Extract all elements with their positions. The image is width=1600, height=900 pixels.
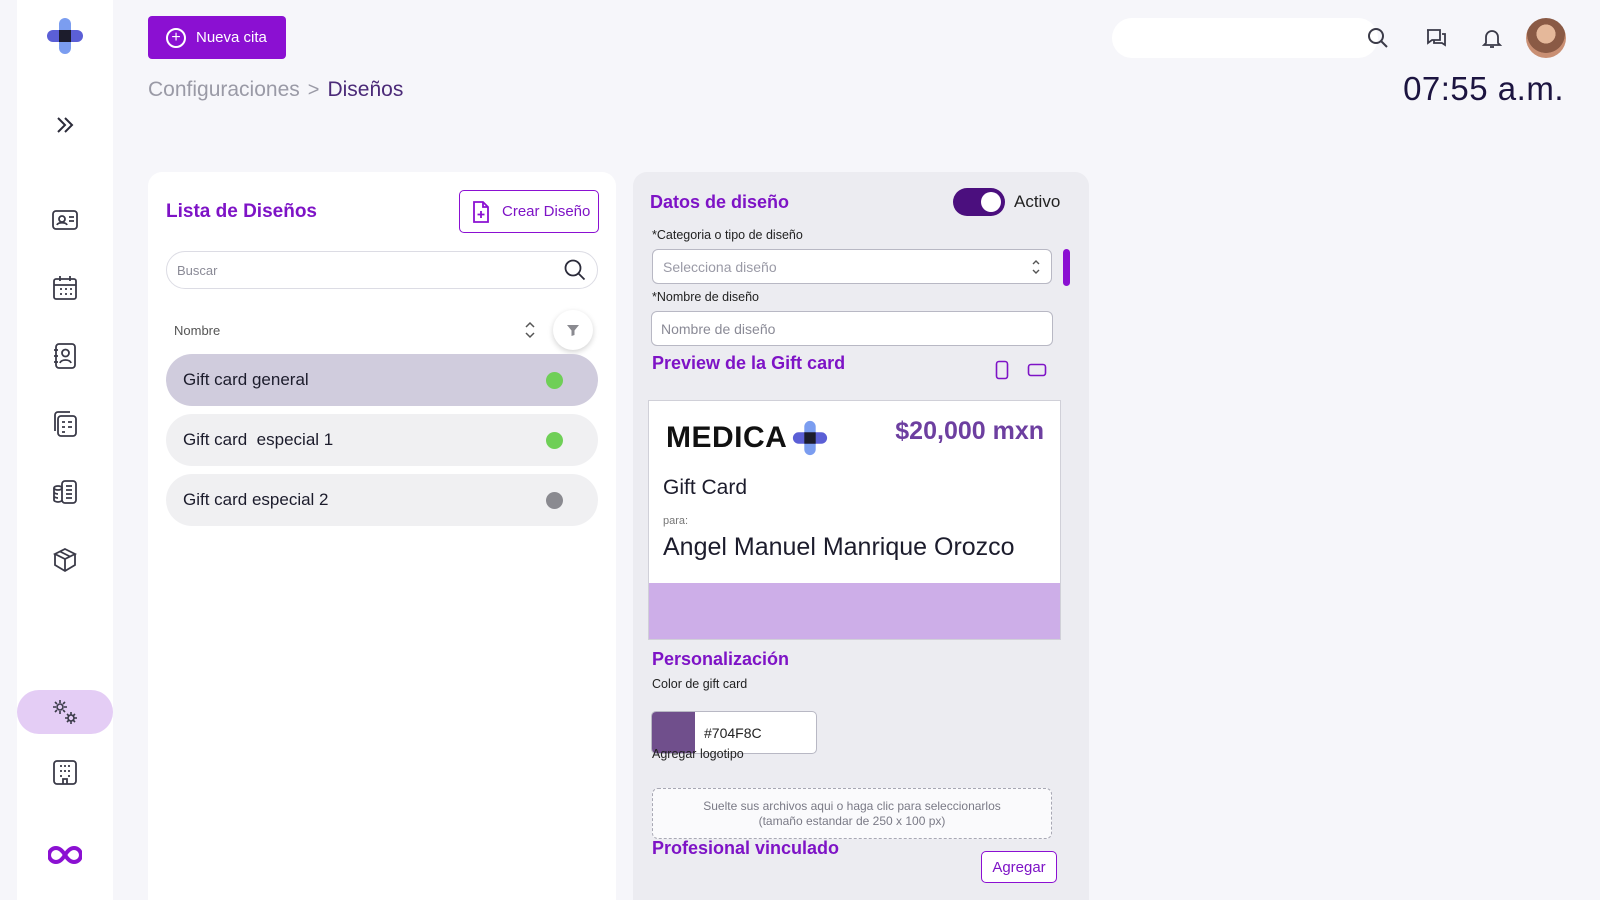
search-icon: [564, 259, 586, 281]
column-name-label: Nombre: [174, 322, 221, 338]
linked-professional-title: Profesional vinculado: [652, 838, 840, 858]
new-appointment-button[interactable]: + Nueva cita: [148, 16, 286, 59]
create-design-label: Crear Diseño: [502, 203, 591, 220]
clock: 07:55 a.m.: [1403, 70, 1564, 107]
gift-card-color-band: [649, 583, 1060, 639]
dropzone-line1: Suelte sus archivos aqui o haga clic par…: [703, 798, 1001, 813]
category-select[interactable]: Selecciona diseño: [652, 249, 1052, 284]
logo-cross-icon: [793, 420, 828, 456]
plus-circle-icon: +: [166, 27, 186, 48]
design-name-placeholder: Nombre de diseño: [661, 320, 776, 337]
design-data-panel: Datos de diseño Activo *Categoria o tipo…: [633, 172, 1089, 900]
box-icon[interactable]: [17, 538, 113, 582]
designs-search-placeholder: Buscar: [177, 262, 218, 278]
design-data-title: Datos de diseño: [650, 192, 790, 212]
designs-list-title: Lista de Diseños: [166, 201, 317, 222]
filter-icon: [567, 325, 579, 336]
active-toggle[interactable]: [953, 188, 1005, 216]
personalization-title: Personalización: [652, 649, 790, 669]
category-label: *Categoria o tipo de diseño: [652, 228, 803, 242]
cash-icon[interactable]: [17, 470, 113, 514]
gift-card-for-label: para:: [663, 515, 689, 527]
mobile-preview-icon[interactable]: [995, 360, 1009, 380]
new-appointment-label: Nueva cita: [196, 29, 267, 46]
logo-label: Agregar logotipo: [652, 747, 744, 761]
list-item[interactable]: Gift card especial 2: [166, 474, 598, 526]
breadcrumb-parent[interactable]: Configuraciones: [148, 78, 300, 102]
scrollbar-thumb[interactable]: [1063, 249, 1070, 286]
list-column-header: Nombre: [166, 310, 598, 350]
filter-button[interactable]: [553, 310, 593, 350]
building-icon[interactable]: [17, 750, 113, 794]
sort-icon[interactable]: [524, 320, 536, 340]
breadcrumb-separator: >: [307, 78, 320, 101]
design-name-input[interactable]: Nombre de diseño: [651, 311, 1053, 346]
color-label: Color de gift card: [652, 677, 748, 691]
status-dot-active: [546, 431, 563, 449]
preview-title: Preview de la Gift card: [652, 353, 846, 373]
category-placeholder: Selecciona diseño: [663, 258, 777, 275]
active-toggle-label: Activo: [1014, 192, 1061, 211]
calendar-icon[interactable]: [17, 266, 113, 310]
bell-icon[interactable]: [1472, 18, 1512, 58]
designs-list-panel: Lista de Diseños Crear Diseño Buscar Nom…: [148, 172, 616, 900]
desktop-preview-icon[interactable]: [1027, 363, 1047, 377]
search-icon[interactable]: [1358, 18, 1398, 58]
file-plus-icon: [473, 200, 489, 223]
id-card-icon[interactable]: [17, 198, 113, 242]
expand-icon[interactable]: [17, 103, 113, 147]
chevron-updown-icon: [1032, 259, 1040, 274]
avatar[interactable]: [1526, 18, 1566, 58]
gift-card-type: Gift Card: [663, 476, 748, 499]
gift-card-brand-text: MEDICA: [666, 421, 788, 454]
documents-icon[interactable]: [17, 402, 113, 446]
breadcrumb-current: Diseños: [327, 78, 404, 101]
logo-dropzone[interactable]: Suelte sus archivos aqui o haga clic par…: [652, 788, 1052, 839]
gift-card-preview: MEDICA $20,000 mxn Gift Card para: Angel…: [648, 400, 1061, 640]
list-item-label: Gift card general: [183, 370, 309, 389]
create-design-button[interactable]: Crear Diseño: [459, 190, 599, 233]
sidebar: [17, 0, 113, 900]
list-item-label: Gift card especial 2: [183, 490, 329, 509]
list-item[interactable]: Gift card general: [166, 354, 598, 406]
logo-cross-icon[interactable]: [17, 14, 113, 58]
global-search-input[interactable]: [1112, 18, 1378, 58]
gift-card-recipient: Angel Manuel Manrique Orozco: [663, 533, 1015, 561]
list-item[interactable]: Gift card especial 1: [166, 414, 598, 466]
contact-book-icon[interactable]: [17, 334, 113, 378]
brand-infinity-icon[interactable]: [17, 833, 113, 877]
dropzone-line2: (tamaño estandar de 250 x 100 px): [758, 813, 946, 828]
status-dot-active: [546, 371, 563, 389]
design-name-label: *Nombre de diseño: [652, 290, 760, 304]
add-professional-button[interactable]: Agregar: [981, 851, 1057, 883]
gift-card-brand: MEDICA: [666, 419, 829, 457]
gift-card-amount: $20,000 mxn: [895, 417, 1044, 445]
settings-gears-icon[interactable]: [17, 690, 113, 734]
breadcrumb: Configuraciones > Diseños: [148, 78, 403, 102]
designs-search-input[interactable]: Buscar: [166, 251, 598, 289]
chat-icon[interactable]: [1416, 18, 1456, 58]
status-dot-inactive: [546, 491, 563, 509]
list-item-label: Gift card especial 1: [183, 430, 334, 449]
toggle-knob: [981, 192, 1001, 212]
